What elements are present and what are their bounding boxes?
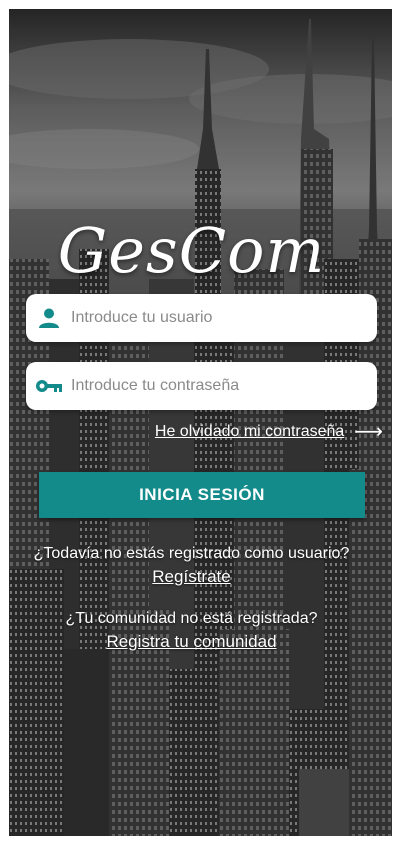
app-logo: GesCom bbox=[57, 214, 326, 287]
register-user-question: ¿Todavía no estás registrado como usuari… bbox=[33, 545, 350, 562]
password-input[interactable] bbox=[67, 364, 377, 408]
password-field[interactable] bbox=[26, 362, 377, 410]
username-input[interactable] bbox=[67, 296, 377, 340]
arrow-right-icon[interactable]: ⟶ bbox=[354, 422, 383, 442]
login-button[interactable]: INICIA SESIÓN bbox=[39, 472, 365, 518]
forgot-password-link[interactable]: He olvidado mi contraseña ⟶ bbox=[155, 422, 383, 442]
register-community-question: ¿Tu comunidad no está registrada? bbox=[65, 610, 318, 627]
register-user-link[interactable]: Regístrate bbox=[0, 567, 392, 587]
person-icon bbox=[31, 294, 67, 342]
forgot-password-label[interactable]: He olvidado mi contraseña bbox=[155, 423, 344, 441]
username-field[interactable] bbox=[26, 294, 377, 342]
register-community-link[interactable]: Registra tu comunidad bbox=[0, 632, 392, 652]
key-icon bbox=[31, 362, 67, 410]
